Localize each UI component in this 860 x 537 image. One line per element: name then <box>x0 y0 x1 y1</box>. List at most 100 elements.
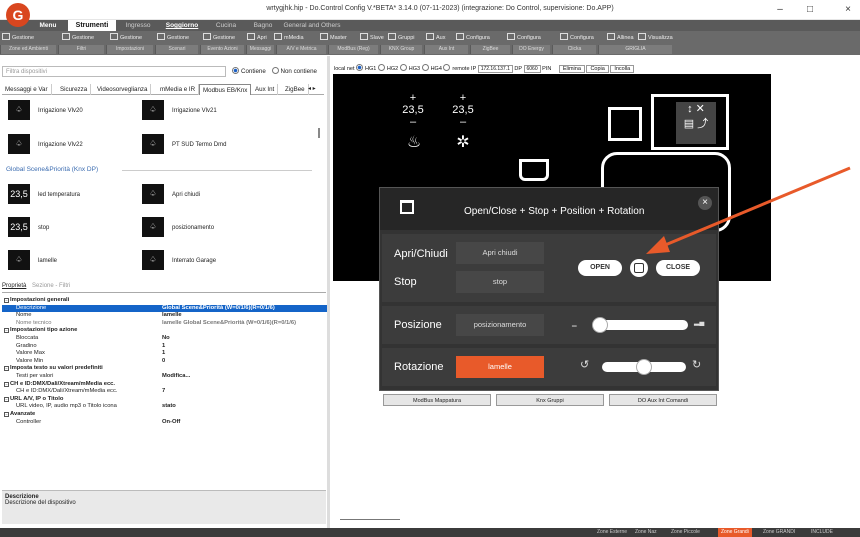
valve-icon[interactable]: ♤ <box>8 134 30 154</box>
open-button[interactable]: OPEN <box>578 260 622 276</box>
not-contains-radio[interactable] <box>271 67 279 74</box>
status-item[interactable]: Zone Esterne <box>594 528 630 537</box>
property-section[interactable]: − Impostazioni tipo azione <box>2 327 328 335</box>
property-section[interactable]: − CH e ID:DMX/Dali/Xtream/mMedia ecc. <box>2 381 328 389</box>
property-row[interactable]: Controller On-Off <box>2 419 328 427</box>
open-close-field[interactable]: Apri chiudi <box>456 242 544 264</box>
copy-button[interactable]: Copia <box>586 65 609 73</box>
status-item[interactable]: Zone GRANDI <box>760 528 798 537</box>
ribbon-group-label: Evento Azioni <box>200 45 244 54</box>
tabs-scroll-arrows[interactable]: ◂ ▸ <box>308 85 316 92</box>
tab-messaggi[interactable]: Messaggi e Var <box>2 84 52 95</box>
canvas-scrollbar[interactable] <box>340 519 400 520</box>
temperature-icon[interactable]: 23,5 <box>8 184 30 204</box>
tab-video[interactable]: Videosorveglianza <box>94 84 152 95</box>
property-key: Gradino <box>16 342 37 349</box>
rotation-slider-knob[interactable] <box>636 359 652 375</box>
tab-modbus[interactable]: Modbus EB/Knx <box>199 84 252 95</box>
hg4-radio[interactable] <box>421 64 429 71</box>
property-row[interactable]: Testi per valori Modifica... <box>2 373 328 381</box>
temperature-icon[interactable]: 23,5 <box>8 217 30 237</box>
panel-splitter[interactable] <box>327 56 330 528</box>
modbus-map-button[interactable]: ModBus Mappatura <box>383 394 491 406</box>
hg3-radio[interactable] <box>399 64 407 71</box>
device-label: PT SUD Termo Dmd <box>172 142 227 148</box>
temperature-widget[interactable]: +23,5– <box>400 92 426 128</box>
status-item[interactable]: Zone Naz <box>632 528 660 537</box>
light-icon[interactable]: ✲ <box>450 132 476 164</box>
port-field[interactable]: 6060 <box>523 65 541 73</box>
collapse-icon[interactable]: − <box>4 412 9 417</box>
temperature-widget[interactable]: +23,5– <box>450 92 476 128</box>
paste-button[interactable]: Incolla <box>610 65 635 73</box>
hg1-radio[interactable] <box>356 64 364 71</box>
menu-tab-bagno[interactable]: Bagno <box>246 20 280 31</box>
property-row[interactable]: Valore Max 1 <box>2 350 328 358</box>
property-row[interactable]: CH e ID:DMX/Dali/Xtream/mMedia ecc. 7 <box>2 388 328 396</box>
close-button[interactable]: CLOSE <box>656 260 700 276</box>
collapse-icon[interactable]: − <box>4 328 9 334</box>
position-slider[interactable] <box>596 320 688 330</box>
menu-tab-general[interactable]: General and Others <box>282 20 342 31</box>
menu-tab-soggiorno[interactable]: Soggiorno <box>160 20 204 31</box>
property-row[interactable]: Nome lamelle <box>2 312 328 320</box>
position-slider-knob[interactable] <box>592 317 608 333</box>
tab-filters[interactable]: Sezione - Filtri <box>32 283 70 289</box>
tab-properties[interactable]: Proprietà <box>2 283 26 289</box>
ribbon-label: Slave <box>370 35 384 41</box>
property-section[interactable]: − Impostazioni generali <box>2 297 328 305</box>
valve-icon[interactable]: ♤ <box>142 100 164 120</box>
collapse-icon[interactable]: − <box>4 298 9 303</box>
close-window-button[interactable]: × <box>838 3 858 17</box>
valve-icon[interactable]: ♤ <box>8 100 30 120</box>
tab-mmedia[interactable]: mMedia e IR <box>157 84 200 95</box>
position-field[interactable]: posizionamento <box>456 314 544 336</box>
shutter-icon[interactable]: ♤ <box>142 184 164 204</box>
property-row[interactable]: URL video, IP, audio mp3 o Titolo icona s… <box>2 403 328 411</box>
menu-tab-strumenti[interactable]: Strumenti <box>68 20 116 31</box>
property-row[interactable]: Bloccata No <box>2 335 328 343</box>
ip-field[interactable]: 172.16.137.1 <box>477 65 513 73</box>
menu-tab-cucina[interactable]: Cucina <box>208 20 244 31</box>
property-section[interactable]: − Avanzate <box>2 411 328 419</box>
menu-tab-menu[interactable]: Menu <box>28 20 68 31</box>
valve-icon[interactable]: ♤ <box>142 134 164 154</box>
collapse-icon[interactable]: − <box>4 396 9 402</box>
status-item[interactable]: Zone Grandi <box>718 528 752 537</box>
property-row[interactable]: Gradino 1 <box>2 343 328 351</box>
stop-field[interactable]: stop <box>456 271 544 293</box>
hg2-radio[interactable] <box>377 64 385 71</box>
maximize-button[interactable]: □ <box>800 3 820 17</box>
shutter-icon[interactable]: ♤ <box>8 250 30 270</box>
aux-commands-button[interactable]: DO Aux Int Comandi <box>609 394 717 406</box>
lamp-icon[interactable] <box>519 159 549 181</box>
flame-icon[interactable]: ♨ <box>401 132 427 164</box>
property-row[interactable]: Nome tecnico lamelle Global Scene&Priorit… <box>2 320 328 328</box>
move-handle-icon[interactable]: ↕ ✕ ▤ ⤴ <box>676 102 716 144</box>
tab-sicurezza[interactable]: Sicurezza <box>57 84 92 95</box>
widget-frame[interactable] <box>608 107 642 141</box>
delete-button[interactable]: Elimina <box>558 65 585 73</box>
tab-aux[interactable]: Aux Int <box>252 84 279 95</box>
knx-groups-button[interactable]: Knx Gruppi <box>496 394 604 406</box>
shutter-icon[interactable]: ♤ <box>142 250 164 270</box>
remote-radio[interactable] <box>443 64 451 71</box>
rotation-field[interactable]: lamelle <box>456 356 544 378</box>
status-item[interactable]: Zone Piccole <box>668 528 703 537</box>
status-item[interactable]: INCLUDE <box>808 528 836 537</box>
property-row[interactable]: Valore Min 0 <box>2 358 328 366</box>
collapse-icon[interactable]: − <box>4 366 9 372</box>
tab-zigbee[interactable]: ZigBee <box>282 84 309 95</box>
property-section[interactable]: − URL A/V, IP o Titolo <box>2 396 328 404</box>
collapse-icon[interactable]: − <box>4 381 9 387</box>
stop-button[interactable] <box>630 259 648 277</box>
minimize-button[interactable]: – <box>770 3 790 17</box>
property-section[interactable]: − Imposta testo su valori predefiniti <box>2 365 328 373</box>
filter-devices-input[interactable]: Filtra dispositivi <box>2 66 226 77</box>
contains-radio[interactable] <box>232 67 239 74</box>
shutter-icon[interactable]: ♤ <box>142 217 164 237</box>
app-logo-icon[interactable]: G <box>6 3 30 27</box>
device-list-scrollbar[interactable] <box>318 128 320 138</box>
menu-tab-ingresso[interactable]: Ingresso <box>118 20 158 31</box>
property-row[interactable]: Descrizione Global Scene&Priorità (W=0/1/… <box>2 304 328 313</box>
